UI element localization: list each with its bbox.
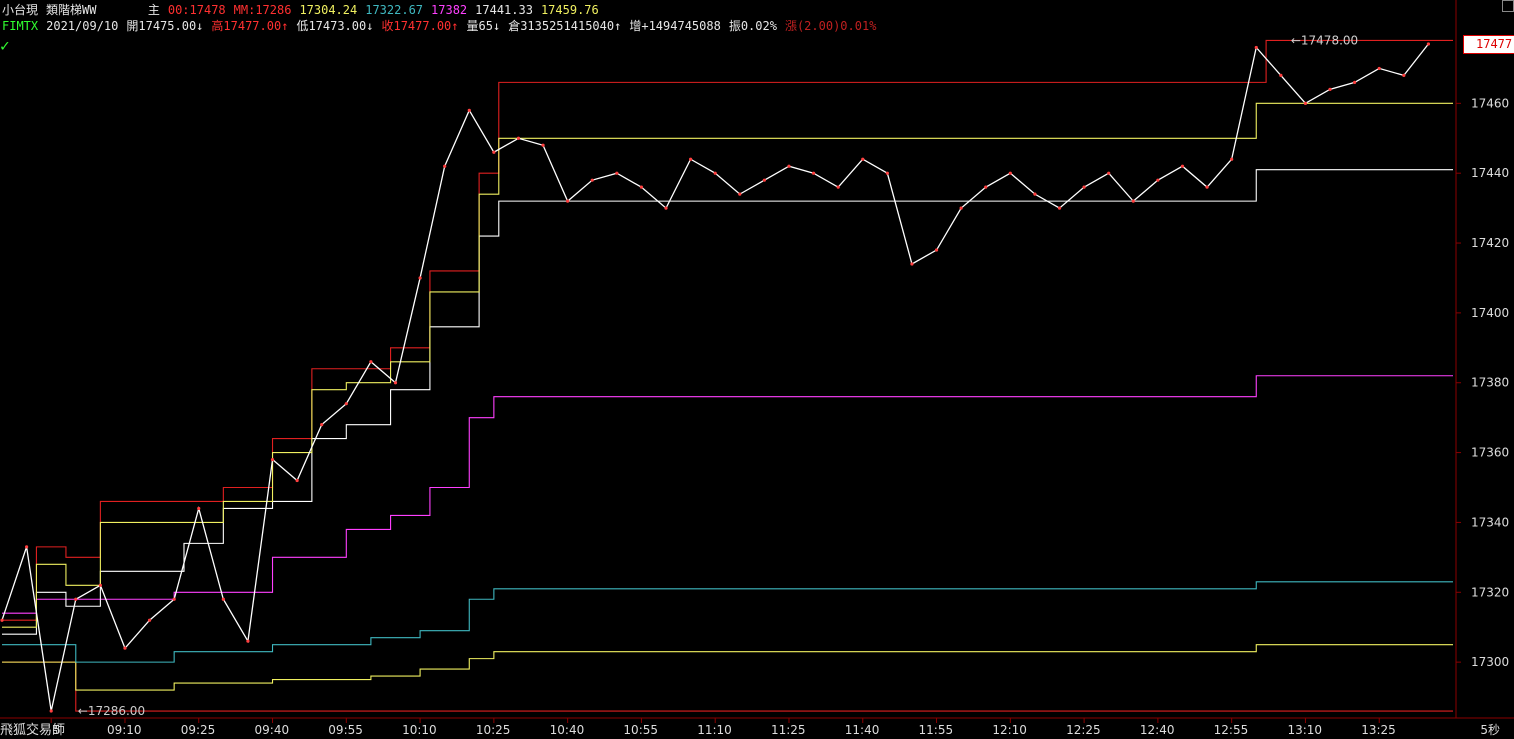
y-tick-label: 17380: [1471, 376, 1509, 390]
price-point: [24, 545, 29, 549]
price-point: [836, 185, 840, 189]
x-tick-label: 09:25: [181, 723, 216, 737]
x-tick-label: 11:25: [771, 723, 806, 737]
price-point: [74, 597, 78, 601]
price-point: [147, 618, 152, 622]
x-tick-label: 09:10: [107, 723, 142, 737]
high-annotation: ←17478.00: [1291, 33, 1358, 47]
price-point: [615, 171, 619, 175]
y-tick-label: 17460: [1471, 96, 1509, 110]
x-tick-label: 12:10: [992, 723, 1027, 737]
x-tick-label: 09:55: [328, 723, 363, 737]
x-tick-label: 11:40: [845, 723, 880, 737]
price-point: [369, 360, 373, 364]
price-point: [418, 276, 422, 280]
x-tick-label: 09:40: [255, 723, 290, 737]
price-point: [885, 171, 889, 175]
price-point: [541, 143, 545, 147]
price-point: [197, 506, 201, 511]
price-point: [1230, 157, 1234, 161]
x-tick-label: 10:40: [550, 723, 585, 737]
price-point: [246, 639, 250, 643]
price-point: [1254, 45, 1258, 50]
y-tick-label: 17340: [1471, 515, 1509, 529]
price-point: [639, 185, 644, 189]
price-point: [172, 597, 176, 601]
price-point: [1402, 73, 1406, 78]
series-line-4: [2, 375, 1453, 614]
x-tick-label: 13:10: [1287, 723, 1322, 737]
price-point: [49, 709, 53, 713]
price-point: [0, 618, 4, 622]
price-point: [1353, 80, 1357, 84]
series-line-3: [2, 581, 1453, 663]
price-point: [1205, 185, 1209, 189]
x-tick-label: 12:25: [1066, 723, 1101, 737]
price-point: [1107, 171, 1111, 175]
price-point: [295, 478, 299, 483]
x-tick-label: 10:55: [623, 723, 658, 737]
price-point: [1303, 101, 1308, 105]
price-point: [713, 171, 717, 175]
price-point: [566, 199, 570, 203]
y-tick-label: 17440: [1471, 166, 1509, 180]
brand-label: 飛狐交易師: [0, 723, 66, 738]
y-tick-label: 17320: [1471, 585, 1509, 599]
last-price-tag: 17477: [1463, 34, 1514, 54]
y-tick-label: 17420: [1471, 236, 1509, 250]
price-point: [1008, 171, 1012, 175]
price-point: [1033, 192, 1037, 196]
price-point: [1279, 73, 1283, 78]
x-tick-label: 10:25: [476, 723, 511, 737]
low-annotation: ←17286.00: [78, 704, 145, 718]
price-point: [516, 136, 521, 140]
price-point: [1082, 185, 1086, 189]
series-line-6: [2, 102, 1453, 628]
price-point: [1156, 178, 1160, 182]
x-tick-label: 11:55: [919, 723, 954, 737]
y-tick-label: 17360: [1471, 446, 1509, 460]
price-point: [959, 206, 963, 210]
price-point: [123, 646, 127, 650]
price-line: [1, 43, 1429, 712]
price-point: [344, 402, 348, 406]
x-tick-label: 11:10: [697, 723, 732, 737]
price-point: [1377, 66, 1381, 71]
x-tick-label: 12:55: [1214, 723, 1249, 737]
price-point: [98, 583, 102, 587]
price-point: [221, 597, 225, 601]
price-point: [270, 457, 275, 462]
series-line-5: [2, 169, 1453, 635]
x-tick-label: 12:40: [1140, 723, 1175, 737]
price-point: [1057, 206, 1062, 210]
price-point: [910, 262, 914, 266]
price-point: [1426, 42, 1431, 46]
price-chart: 17300 17320 17340 17360 17380 17400 17420 17440…: [0, 0, 1514, 737]
price-point: [689, 157, 693, 161]
price-point: [762, 178, 766, 182]
series-line-1: [2, 661, 1453, 712]
price-point: [984, 185, 988, 189]
price-point: [861, 157, 865, 161]
price-point: [467, 108, 471, 112]
price-point: [1180, 164, 1185, 168]
y-tick-label: 17400: [1471, 306, 1509, 320]
price-point: [1328, 87, 1332, 91]
x-tick-label: 13:25: [1361, 723, 1396, 737]
price-point: [787, 164, 791, 168]
price-point: [934, 248, 939, 252]
price-point: [1131, 199, 1135, 203]
price-point: [811, 171, 816, 175]
price-point: [393, 381, 398, 385]
price-point: [443, 164, 447, 168]
series-line-0: [2, 39, 1453, 621]
price-point: [320, 423, 324, 427]
interval-label: 5秒: [1480, 723, 1500, 737]
price-point: [492, 150, 496, 154]
price-point: [738, 192, 742, 196]
price-point: [664, 206, 668, 210]
x-tick-label: 10:10: [402, 723, 437, 737]
y-tick-label: 17300: [1471, 655, 1509, 669]
price-point: [590, 178, 594, 182]
